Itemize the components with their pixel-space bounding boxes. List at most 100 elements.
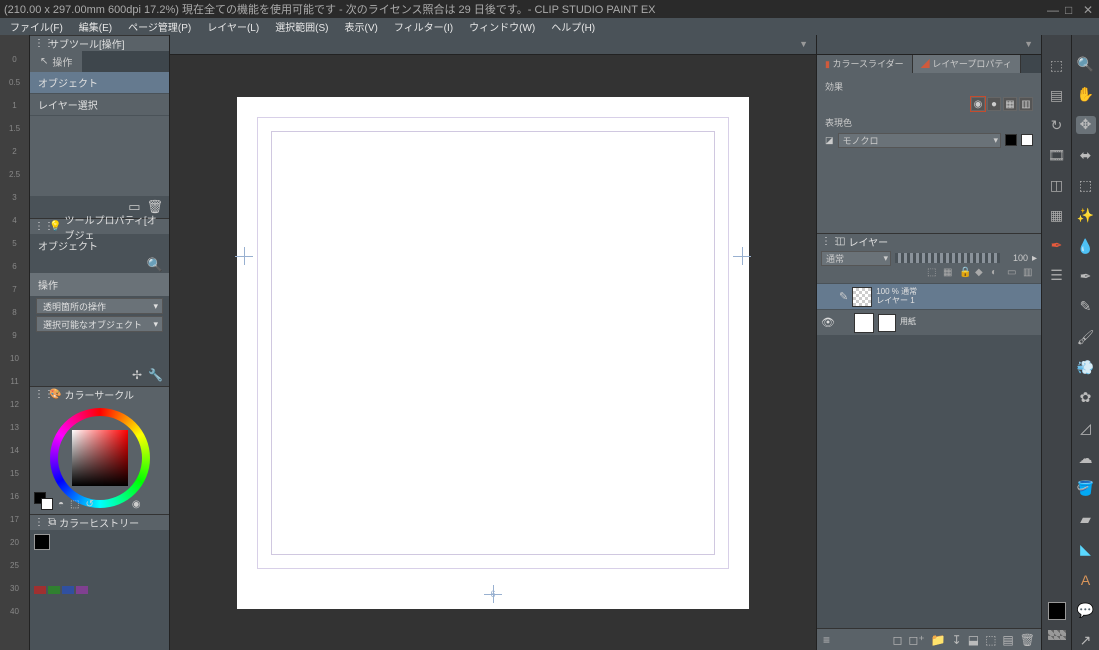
- wrench-icon[interactable]: 🔧: [148, 368, 163, 382]
- wand-tool-icon[interactable]: ✨: [1076, 207, 1096, 225]
- eyedropper-icon[interactable]: 💧: [1076, 237, 1096, 255]
- apply-icon[interactable]: ▤: [1002, 633, 1013, 647]
- minimize-icon[interactable]: —: [1047, 3, 1059, 15]
- layer-item-1[interactable]: ✎ 100 % 通常 レイヤー 1: [817, 283, 1041, 309]
- menu-window[interactable]: ウィンドウ(W): [461, 19, 543, 34]
- texture-icon[interactable]: ▦: [1046, 205, 1068, 225]
- history-icon[interactable]: ◫: [1046, 175, 1068, 195]
- clip-icon[interactable]: ◐: [991, 267, 1005, 281]
- merge-icon[interactable]: ⬓: [968, 633, 979, 647]
- brush-icon[interactable]: ✒: [1046, 235, 1068, 255]
- new-raster-icon[interactable]: ◻⁺: [908, 633, 924, 647]
- canvas-viewport[interactable]: 6: [170, 55, 816, 650]
- subtool-object[interactable]: オブジェクト: [30, 72, 169, 94]
- stack-icon[interactable]: ☰: [1046, 265, 1068, 285]
- lock-icon[interactable]: ⬚: [927, 267, 941, 281]
- pencil-tool-icon[interactable]: ✎: [1076, 298, 1096, 316]
- effect-tone-icon[interactable]: ▦: [1003, 97, 1017, 111]
- color-swatch-tool[interactable]: [1048, 602, 1066, 620]
- opacity-slider[interactable]: [895, 253, 1000, 263]
- blend-tool-icon[interactable]: ☁: [1076, 449, 1096, 467]
- operation-tool-icon[interactable]: ✥: [1076, 116, 1096, 134]
- document-tabs[interactable]: [170, 35, 816, 55]
- airbrush-tool-icon[interactable]: 💨: [1076, 358, 1096, 376]
- maximize-icon[interactable]: □: [1065, 3, 1077, 15]
- panel-grip-icon[interactable]: ⋮⋮: [34, 517, 46, 528]
- menu-filter[interactable]: フィルター(I): [386, 19, 461, 34]
- history-swatch[interactable]: [34, 586, 46, 594]
- visibility-icon[interactable]: 👁: [821, 316, 835, 329]
- sv-square[interactable]: [72, 430, 128, 486]
- brush-tool-icon[interactable]: 🖌: [1076, 328, 1096, 346]
- blend-mode-dropdown[interactable]: 通常: [821, 251, 891, 266]
- history-swatch[interactable]: [76, 586, 88, 594]
- transfer-icon[interactable]: ↧: [952, 633, 962, 647]
- history-current-swatch[interactable]: [34, 534, 50, 550]
- ruler-icon[interactable]: ▭: [1007, 267, 1021, 281]
- canvas-page[interactable]: 6: [237, 97, 749, 609]
- crosshair-icon[interactable]: ✢: [132, 368, 142, 382]
- menu-view[interactable]: 表示(V): [337, 19, 386, 34]
- close-icon[interactable]: ✕: [1083, 3, 1095, 15]
- zoom-tool-icon[interactable]: 🔍: [1076, 55, 1096, 73]
- tone-icon[interactable]: ▥: [1023, 267, 1037, 281]
- menu-selection[interactable]: 選択範囲(S): [267, 19, 336, 34]
- text-tool-icon[interactable]: A: [1076, 571, 1096, 589]
- lock-trans-icon[interactable]: ▦: [943, 267, 957, 281]
- layer-thumbnail[interactable]: [852, 287, 872, 307]
- reference-icon[interactable]: ◆: [975, 267, 989, 281]
- checker-icon[interactable]: [1048, 630, 1066, 640]
- tab-colorslider[interactable]: ▮ カラースライダー: [817, 55, 913, 73]
- expr-white-swatch[interactable]: [1021, 134, 1033, 146]
- wheel-type-icon[interactable]: ◓: [58, 499, 64, 510]
- marquee-tool-icon[interactable]: ⬚: [1076, 176, 1096, 194]
- history-swatch[interactable]: [62, 586, 74, 594]
- gradient-tool-icon[interactable]: ▰: [1076, 510, 1096, 528]
- pen-tool-icon[interactable]: ✒: [1076, 267, 1096, 285]
- eraser-tool-icon[interactable]: ◿: [1076, 419, 1096, 437]
- expr-black-swatch[interactable]: [1005, 134, 1017, 146]
- effect-color-icon[interactable]: ▥: [1019, 97, 1033, 111]
- expression-dropdown[interactable]: モノクロ: [838, 133, 1001, 148]
- menu-help[interactable]: ヘルプ(H): [543, 19, 603, 34]
- panel-grip-icon[interactable]: ⋮⋮: [34, 38, 46, 49]
- rotate-icon[interactable]: ↻: [1046, 115, 1068, 135]
- paper-thumbnail[interactable]: [854, 313, 874, 333]
- subtool-tab-operation[interactable]: ↖ 操作: [30, 51, 82, 72]
- effect-none-icon[interactable]: ◉: [971, 97, 985, 111]
- menu-layer[interactable]: レイヤー(L): [199, 19, 267, 34]
- delete-layer-icon[interactable]: 🗑: [1020, 633, 1035, 647]
- color-wheel[interactable]: [50, 408, 150, 508]
- menu-page[interactable]: ページ管理(P): [120, 19, 199, 34]
- panel-options-icon[interactable]: ≡: [823, 633, 830, 647]
- effect-border-icon[interactable]: ●: [987, 97, 1001, 111]
- figure-tool-icon[interactable]: ◣: [1076, 541, 1096, 559]
- layer-item-paper[interactable]: 👁 用紙: [817, 309, 1041, 335]
- opacity-value[interactable]: 100: [1004, 253, 1028, 263]
- fill-tool-icon[interactable]: 🪣: [1076, 480, 1096, 498]
- panel-grip-icon[interactable]: ⋮⋮: [34, 389, 46, 400]
- move-layer-icon[interactable]: ⬌: [1076, 146, 1096, 164]
- menu-edit[interactable]: 編集(E): [71, 19, 120, 34]
- panel-grip-icon[interactable]: ⋮⋮: [34, 221, 46, 232]
- navigator-icon[interactable]: ▤: [1046, 85, 1068, 105]
- search-icon[interactable]: 🔍: [147, 257, 163, 272]
- new-layer-icon[interactable]: ◻: [892, 633, 902, 647]
- lock-all-icon[interactable]: 🔒: [959, 267, 973, 281]
- new-folder-icon[interactable]: 📁: [931, 633, 946, 647]
- toolprop-opt1[interactable]: 透明箇所の操作: [36, 298, 163, 314]
- menu-file[interactable]: ファイル(F): [2, 19, 71, 34]
- swap-icon[interactable]: ↺: [86, 499, 94, 510]
- palette-icon[interactable]: ⬚: [70, 499, 79, 510]
- tab-layerproperty[interactable]: ◢ レイヤープロパティ: [913, 55, 1021, 73]
- deco-tool-icon[interactable]: ✿: [1076, 389, 1096, 407]
- chevron-icon[interactable]: ▸: [1032, 253, 1037, 264]
- mask-icon[interactable]: ⬚: [985, 633, 996, 647]
- subtool-layerselect[interactable]: レイヤー選択: [30, 94, 169, 116]
- panel-grip-icon[interactable]: ⋮⋮: [821, 236, 833, 247]
- correction-tool-icon[interactable]: ↗: [1076, 632, 1096, 650]
- bg-swatch[interactable]: [41, 498, 53, 510]
- hand-tool-icon[interactable]: ✋: [1076, 85, 1096, 103]
- balloon-tool-icon[interactable]: 💬: [1076, 601, 1096, 619]
- film-icon[interactable]: 🎞: [1046, 145, 1068, 165]
